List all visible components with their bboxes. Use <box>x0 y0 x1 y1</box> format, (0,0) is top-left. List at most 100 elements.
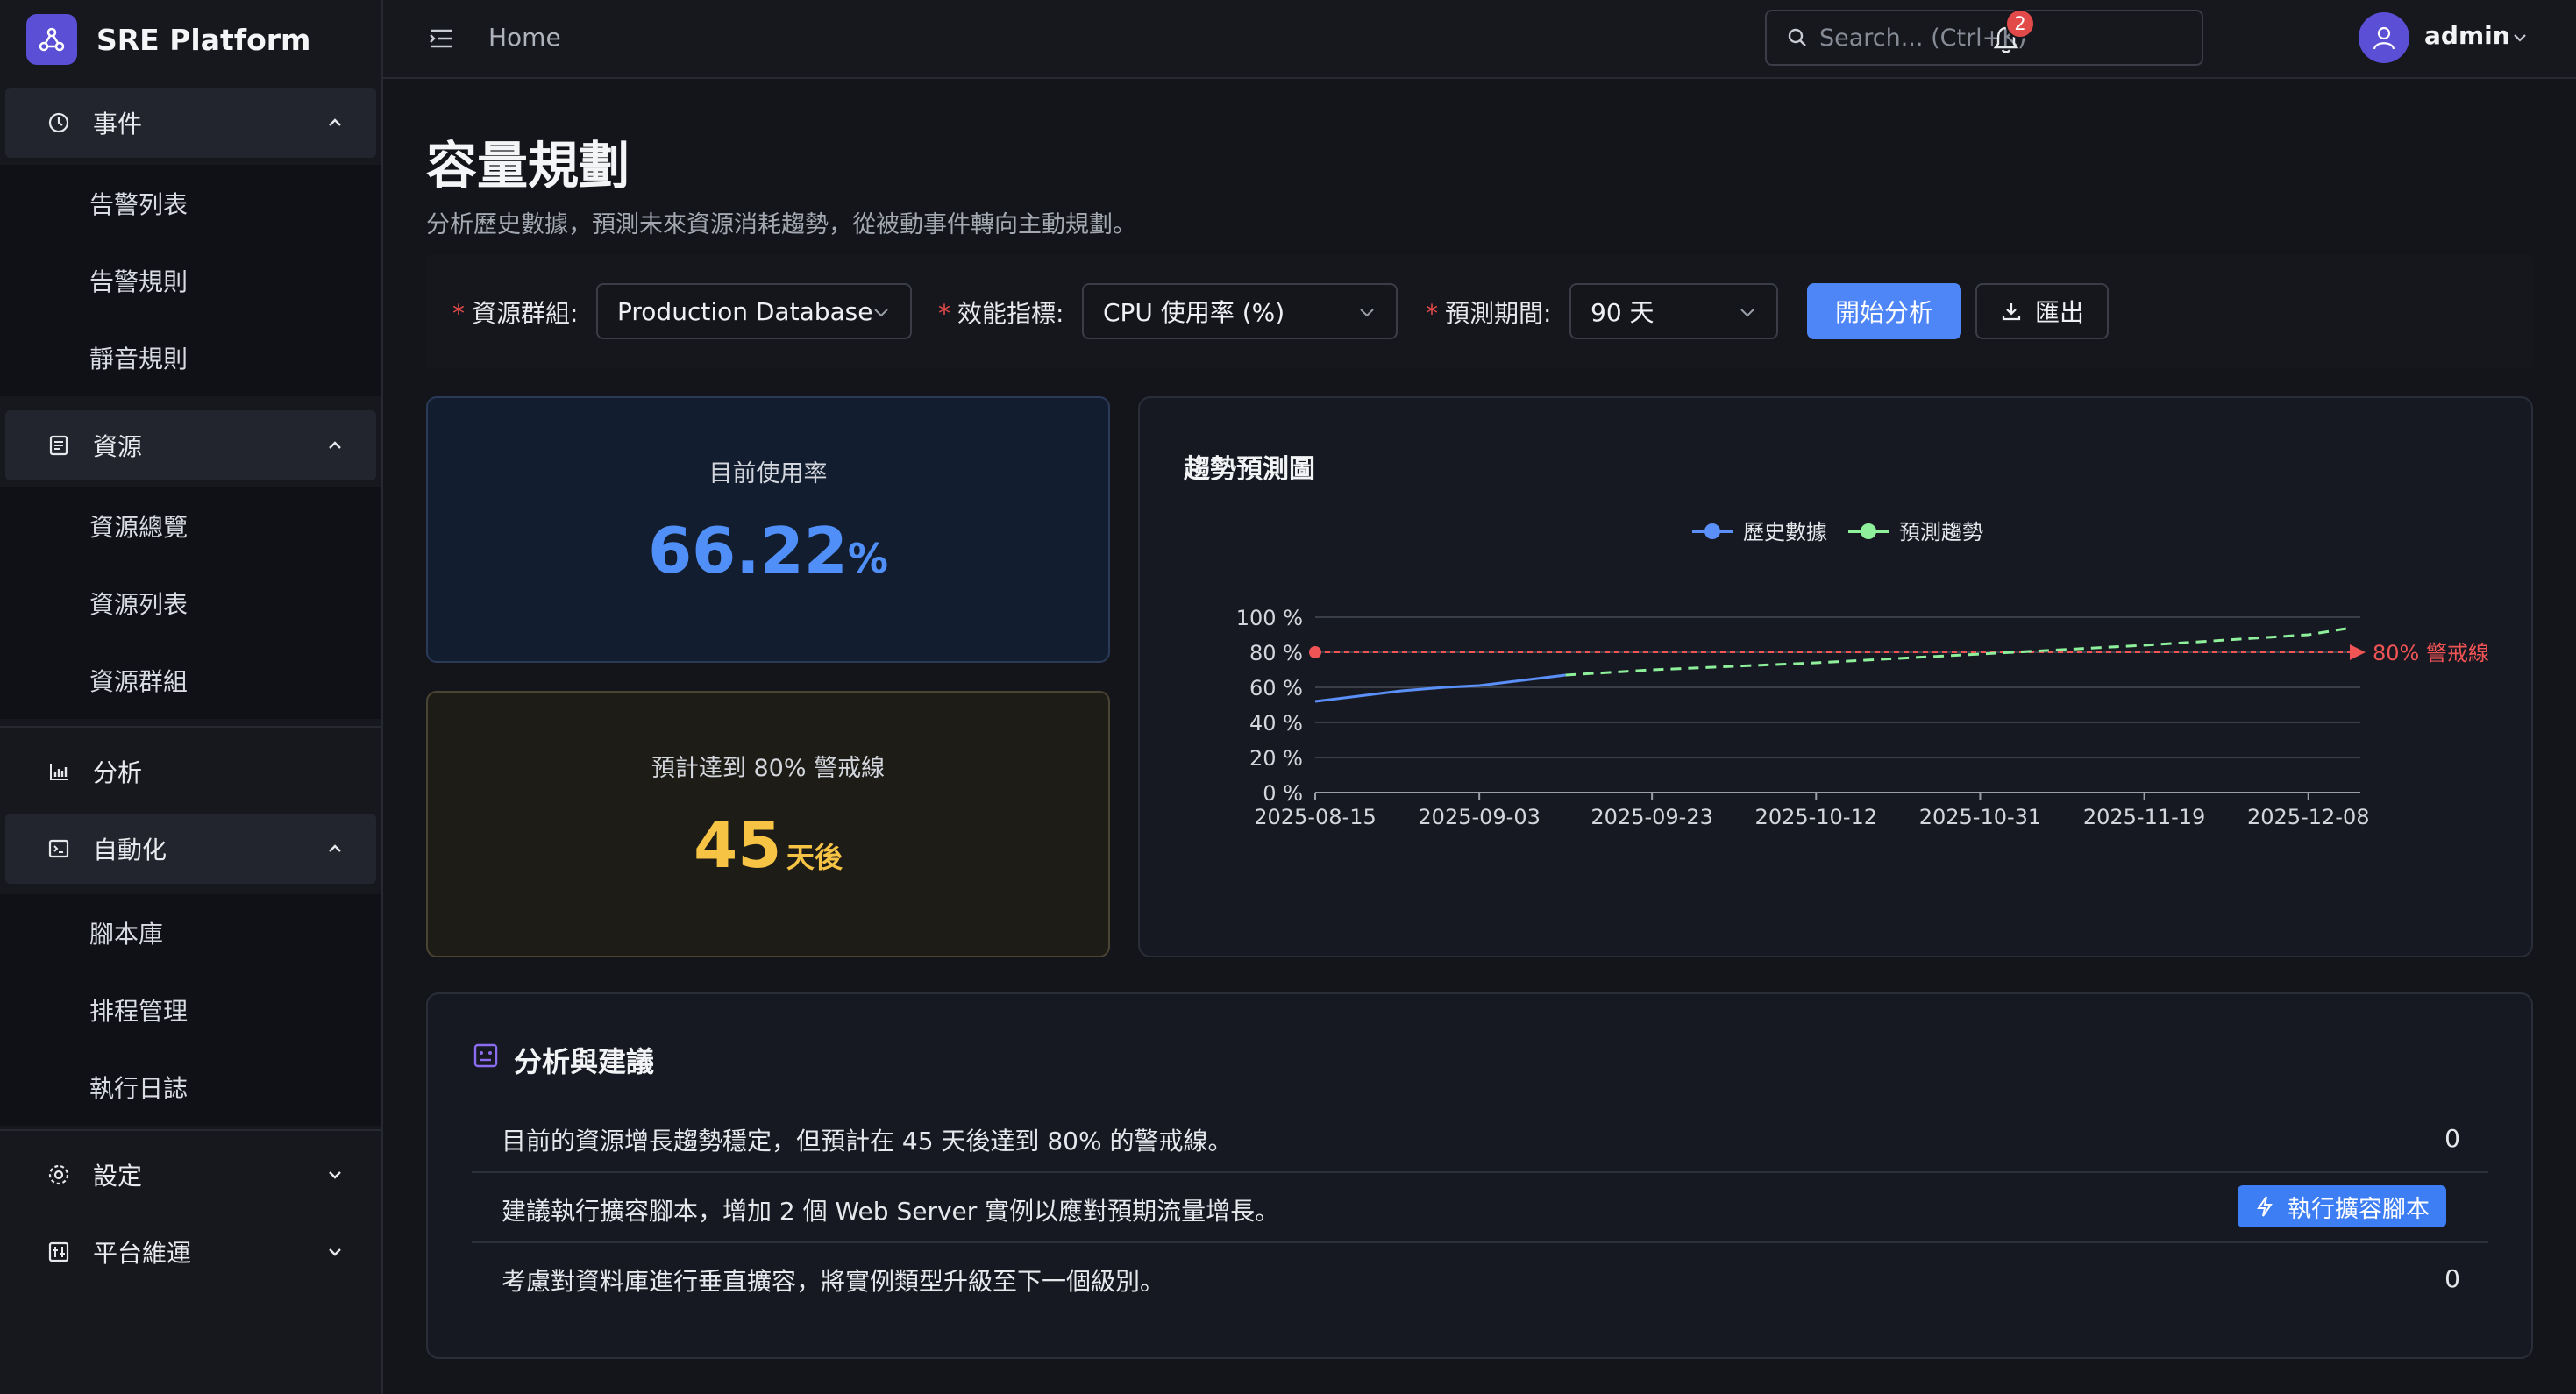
brand-logo-icon <box>26 14 77 65</box>
threshold-arrow <box>2350 644 2366 660</box>
sidebar-group-automation[interactable]: 自動化 <box>5 814 376 884</box>
sidebar-group-incidents[interactable]: 事件 <box>5 88 376 158</box>
y-tick-label: 60 % <box>1249 676 1303 701</box>
current-usage-value: 66.22% <box>648 514 888 587</box>
sidebar-group-resources[interactable]: 資源 <box>5 410 376 480</box>
y-tick-label: 80 % <box>1249 641 1303 665</box>
run-scale-script-button[interactable]: 執行擴容腳本 <box>2238 1185 2446 1227</box>
x-tick-label: 2025-09-03 <box>1418 805 1540 829</box>
download-icon <box>2002 303 2021 321</box>
resource-group-label: * 資源群組: <box>452 299 579 328</box>
legend-label: 預測趨勢 <box>1899 520 1983 544</box>
brand-name: SRE Platform <box>96 22 311 57</box>
analysis-text: 目前的資源增長趨勢穩定，但預計在 45 天後達到 80% 的警戒線。 <box>502 1127 1233 1156</box>
x-tick-label: 2025-10-31 <box>1919 805 2041 829</box>
analysis-count: 0 <box>2444 1264 2460 1293</box>
metric-value: CPU 使用率 (%) <box>1103 298 1285 327</box>
analysis-row: 考慮對資料庫進行垂直擴容，將實例類型升級至下一個級別。 0 <box>472 1243 2488 1313</box>
trend-chart: 0 % 20 % 40 % 60 % 80 % 100 % 2025-08-15 2025-0… <box>1236 520 2489 829</box>
y-tick-label: 40 % <box>1249 711 1303 736</box>
analysis-row: 建議執行擴容腳本，增加 2 個 Web Server 實例以應對預期流量增長。 … <box>472 1173 2488 1243</box>
sidebar-divider <box>0 1129 381 1131</box>
start-analysis-button[interactable]: 開始分析 <box>1807 283 1961 339</box>
legend-marker <box>1861 523 1876 539</box>
chevron-down-icon <box>1360 309 1374 317</box>
sidebar-group-platform-ops[interactable]: 平台維運 <box>5 1217 376 1287</box>
run-scale-script-label: 執行擴容腳本 <box>2288 1195 2430 1223</box>
required-mark: * <box>452 299 465 328</box>
sidebar-item-alert-list[interactable]: 告警列表 <box>0 165 381 242</box>
chevron-down-icon <box>1740 309 1754 317</box>
top-header: Home Search... (Ctrl+K) 2 admin <box>383 0 2576 79</box>
user-name[interactable]: admin <box>2424 21 2510 50</box>
threshold-marker <box>1309 646 1321 658</box>
sidebar-group-label: 事件 <box>93 110 143 139</box>
sidebar-item-resource-overview[interactable]: 資源總覽 <box>0 487 381 565</box>
threshold-label: 80% 警戒線 <box>2373 641 2489 665</box>
sidebar-group-settings[interactable]: 設定 <box>5 1140 376 1210</box>
user-avatar[interactable] <box>2359 12 2409 63</box>
sidebar-item-script-library[interactable]: 腳本庫 <box>0 894 381 971</box>
page-subtitle: 分析歷史數據，預測未來資源消耗趨勢，從被動事件轉向主動規劃。 <box>426 211 1136 238</box>
lightning-icon <box>2257 1196 2273 1217</box>
chevron-up-icon <box>329 844 341 852</box>
sidebar-item-analysis[interactable]: 分析 <box>5 736 376 807</box>
search-icon <box>1788 28 1806 46</box>
sidebar-item-schedule[interactable]: 排程管理 <box>0 971 381 1049</box>
resource-group-select[interactable]: Production Database <box>596 283 912 339</box>
metric-label: * 效能指標: <box>938 299 1064 328</box>
gear-icon <box>46 1162 72 1188</box>
chevron-down-icon[interactable] <box>2510 28 2530 47</box>
days-to-threshold-card: 預計達到 80% 警戒線 45 天後 <box>426 691 1110 957</box>
metric-select[interactable]: CPU 使用率 (%) <box>1082 283 1398 339</box>
sidebar-item-execution-log[interactable]: 執行日誌 <box>0 1049 381 1126</box>
period-select[interactable]: 90 天 <box>1569 283 1778 339</box>
x-tick-label: 2025-12-08 <box>2247 805 2369 829</box>
trend-chart-card: 趨勢預測圖 0 % 20 % 40 % 60 % 80 % 100 % 2025-08-15… <box>1138 396 2533 957</box>
period-value: 90 天 <box>1590 298 1654 327</box>
x-tick-label: 2025-11-19 <box>2083 805 2205 829</box>
required-mark: * <box>938 299 950 328</box>
notification-badge: 2 <box>2005 9 2035 39</box>
chevron-down-icon <box>874 309 888 317</box>
x-tick-label: 2025-09-23 <box>1590 805 1712 829</box>
y-tick-label: 20 % <box>1249 746 1303 771</box>
sidebar-item-resource-groups[interactable]: 資源群組 <box>0 642 381 719</box>
days-to-threshold-title: 預計達到 80% 警戒線 <box>651 755 886 782</box>
x-tick-label: 2025-10-12 <box>1755 805 1877 829</box>
brand[interactable]: SRE Platform <box>0 0 381 79</box>
current-usage-card: 目前使用率 66.22% <box>426 396 1110 663</box>
database-icon <box>46 432 72 459</box>
chevron-up-icon <box>329 441 341 449</box>
control-panel-icon <box>46 1239 72 1265</box>
page-title: 容量規劃 <box>426 136 630 196</box>
submenu-automation: 腳本庫 排程管理 執行日誌 <box>0 894 381 1126</box>
sidebar-item-alert-rules[interactable]: 告警規則 <box>0 242 381 319</box>
export-label: 匯出 <box>2034 298 2084 327</box>
robot-icon <box>473 1043 498 1068</box>
sidebar-item-resource-list[interactable]: 資源列表 <box>0 565 381 642</box>
menu-toggle-icon[interactable] <box>427 25 455 52</box>
legend-marker <box>1704 523 1720 539</box>
period-label: * 預測期間: <box>1426 299 1552 328</box>
sidebar-group-label: 資源 <box>93 432 143 461</box>
sidebar-item-silence-rules[interactable]: 靜音規則 <box>0 319 381 396</box>
export-button[interactable]: 匯出 <box>1975 283 2109 339</box>
sidebar-group-label: 分析 <box>93 758 143 787</box>
terminal-icon <box>46 836 72 862</box>
analysis-text: 建議執行擴容腳本，增加 2 個 Web Server 實例以應對預期流量增長。 <box>502 1197 1280 1226</box>
sidebar: SRE Platform 事件 告警列表 告警規則 靜音規則 資源 資源總覽 資… <box>0 0 383 1394</box>
breadcrumb[interactable]: Home <box>488 23 561 52</box>
analysis-title: 分析與建議 <box>514 1045 655 1078</box>
user-icon <box>2373 26 2395 50</box>
resource-group-value: Production Database <box>617 296 873 326</box>
sidebar-group-label: 平台維運 <box>93 1239 192 1268</box>
y-tick-label: 100 % <box>1236 606 1303 630</box>
history-icon <box>46 110 72 136</box>
sidebar-divider <box>0 726 381 728</box>
analysis-text: 考慮對資料庫進行垂直擴容，將實例類型升級至下一個級別。 <box>502 1267 1165 1296</box>
bar-chart-icon <box>46 758 72 785</box>
sidebar-group-label: 自動化 <box>93 836 167 864</box>
submenu-incidents: 告警列表 告警規則 靜音規則 <box>0 165 381 396</box>
days-to-threshold-value: 45 天後 <box>694 808 843 882</box>
